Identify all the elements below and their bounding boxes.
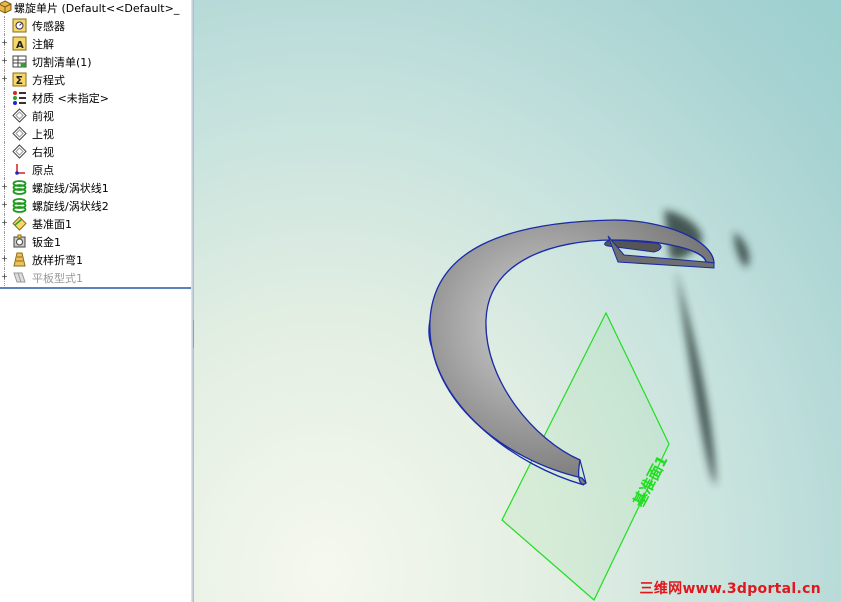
tree-item-label: 方程式 xyxy=(32,74,65,87)
model-scene: 基准面1 xyxy=(428,210,750,601)
tree-item[interactable]: 上视 xyxy=(0,124,191,142)
tree-item-label: 钣金1 xyxy=(32,236,61,249)
tree-item-label: 右视 xyxy=(32,146,54,159)
watermark-text: 三维网www.3dportal.cn xyxy=(639,581,821,597)
tree-item-label: 螺旋线/涡状线2 xyxy=(32,200,109,213)
ref-plane-icon xyxy=(11,215,27,231)
tree-connector xyxy=(4,160,5,178)
tree-item[interactable]: + 平板型式1 xyxy=(0,268,191,286)
tree-item-label: 放样折弯1 xyxy=(32,254,83,267)
tree-root-label: 螺旋单片 (Default<<Default>_ xyxy=(14,2,180,15)
flat-pattern-icon xyxy=(11,269,27,285)
tree-item-label: 原点 xyxy=(32,164,54,177)
tree-item-label: 螺旋线/涡状线1 xyxy=(32,182,109,195)
tree-connector xyxy=(4,106,5,124)
tree-item[interactable]: + 放样折弯1 xyxy=(0,250,191,268)
tree-item[interactable]: + 螺旋线/涡状线2 xyxy=(0,196,191,214)
tree-connector xyxy=(4,88,5,106)
tree-item-label: 基准面1 xyxy=(32,218,72,231)
expand-icon[interactable]: + xyxy=(1,201,8,209)
graphics-viewport[interactable]: 基准面1 三维网www.3dportal.cn xyxy=(194,0,841,602)
tree-item[interactable]: 传感器 xyxy=(0,16,191,34)
tree-item[interactable]: + 螺旋线/涡状线1 xyxy=(0,178,191,196)
plane-icon xyxy=(11,107,27,123)
tree-connector xyxy=(4,124,5,142)
expand-icon[interactable]: + xyxy=(1,219,8,227)
expand-icon[interactable]: + xyxy=(1,255,8,263)
tree-item[interactable]: 原点 xyxy=(0,160,191,178)
expand-icon[interactable]: + xyxy=(1,273,8,281)
helix-icon xyxy=(11,179,27,195)
plane-icon xyxy=(11,143,27,159)
origin-icon xyxy=(11,161,27,177)
rollback-bar[interactable] xyxy=(0,287,191,289)
expand-icon[interactable]: + xyxy=(1,57,8,65)
svg-text:A: A xyxy=(16,40,24,51)
tree-item-label: 切割清单(1) xyxy=(32,56,92,69)
tree-item[interactable]: 材质 <未指定> xyxy=(0,88,191,106)
cut-list-icon xyxy=(11,53,27,69)
tree-item-label: 传感器 xyxy=(32,20,65,33)
sheet-metal-icon xyxy=(11,233,27,249)
plane-icon xyxy=(11,125,27,141)
tree-connector xyxy=(4,142,5,160)
expand-icon[interactable]: + xyxy=(1,75,8,83)
equation-icon: Σ xyxy=(11,71,27,87)
annotation-icon: A xyxy=(11,35,27,51)
tree-item[interactable]: + 切割清单(1) xyxy=(0,52,191,70)
tree-root-part[interactable]: 螺旋单片 (Default<<Default>_ xyxy=(0,0,191,16)
tree-item[interactable]: + A 注解 xyxy=(0,34,191,52)
tree-item-label: 前视 xyxy=(32,110,54,123)
tree-item[interactable]: 钣金1 xyxy=(0,232,191,250)
part-icon xyxy=(0,0,13,15)
expand-icon[interactable]: + xyxy=(1,183,8,191)
tree-item[interactable]: 前视 xyxy=(0,106,191,124)
feature-manager-tree: 螺旋单片 (Default<<Default>_ 传感器 + A 注解 + 切割清单(1)… xyxy=(0,0,191,602)
tree-item[interactable]: + 基准面1 xyxy=(0,214,191,232)
helix-icon xyxy=(11,197,27,213)
tree-item-label: 平板型式1 xyxy=(32,272,83,285)
tree-item-label: 注解 xyxy=(32,38,54,51)
svg-text:Σ: Σ xyxy=(15,74,23,87)
sensor-icon xyxy=(11,17,27,33)
tree-item[interactable]: 右视 xyxy=(0,142,191,160)
material-icon xyxy=(11,89,27,105)
tree-connector xyxy=(4,16,5,34)
tree-item-label: 材质 <未指定> xyxy=(32,92,109,105)
expand-icon[interactable]: + xyxy=(1,39,8,47)
tree-connector xyxy=(4,232,5,250)
lofted-bend-icon xyxy=(11,251,27,267)
tree-item-label: 上视 xyxy=(32,128,54,141)
tree-item[interactable]: + Σ 方程式 xyxy=(0,70,191,88)
